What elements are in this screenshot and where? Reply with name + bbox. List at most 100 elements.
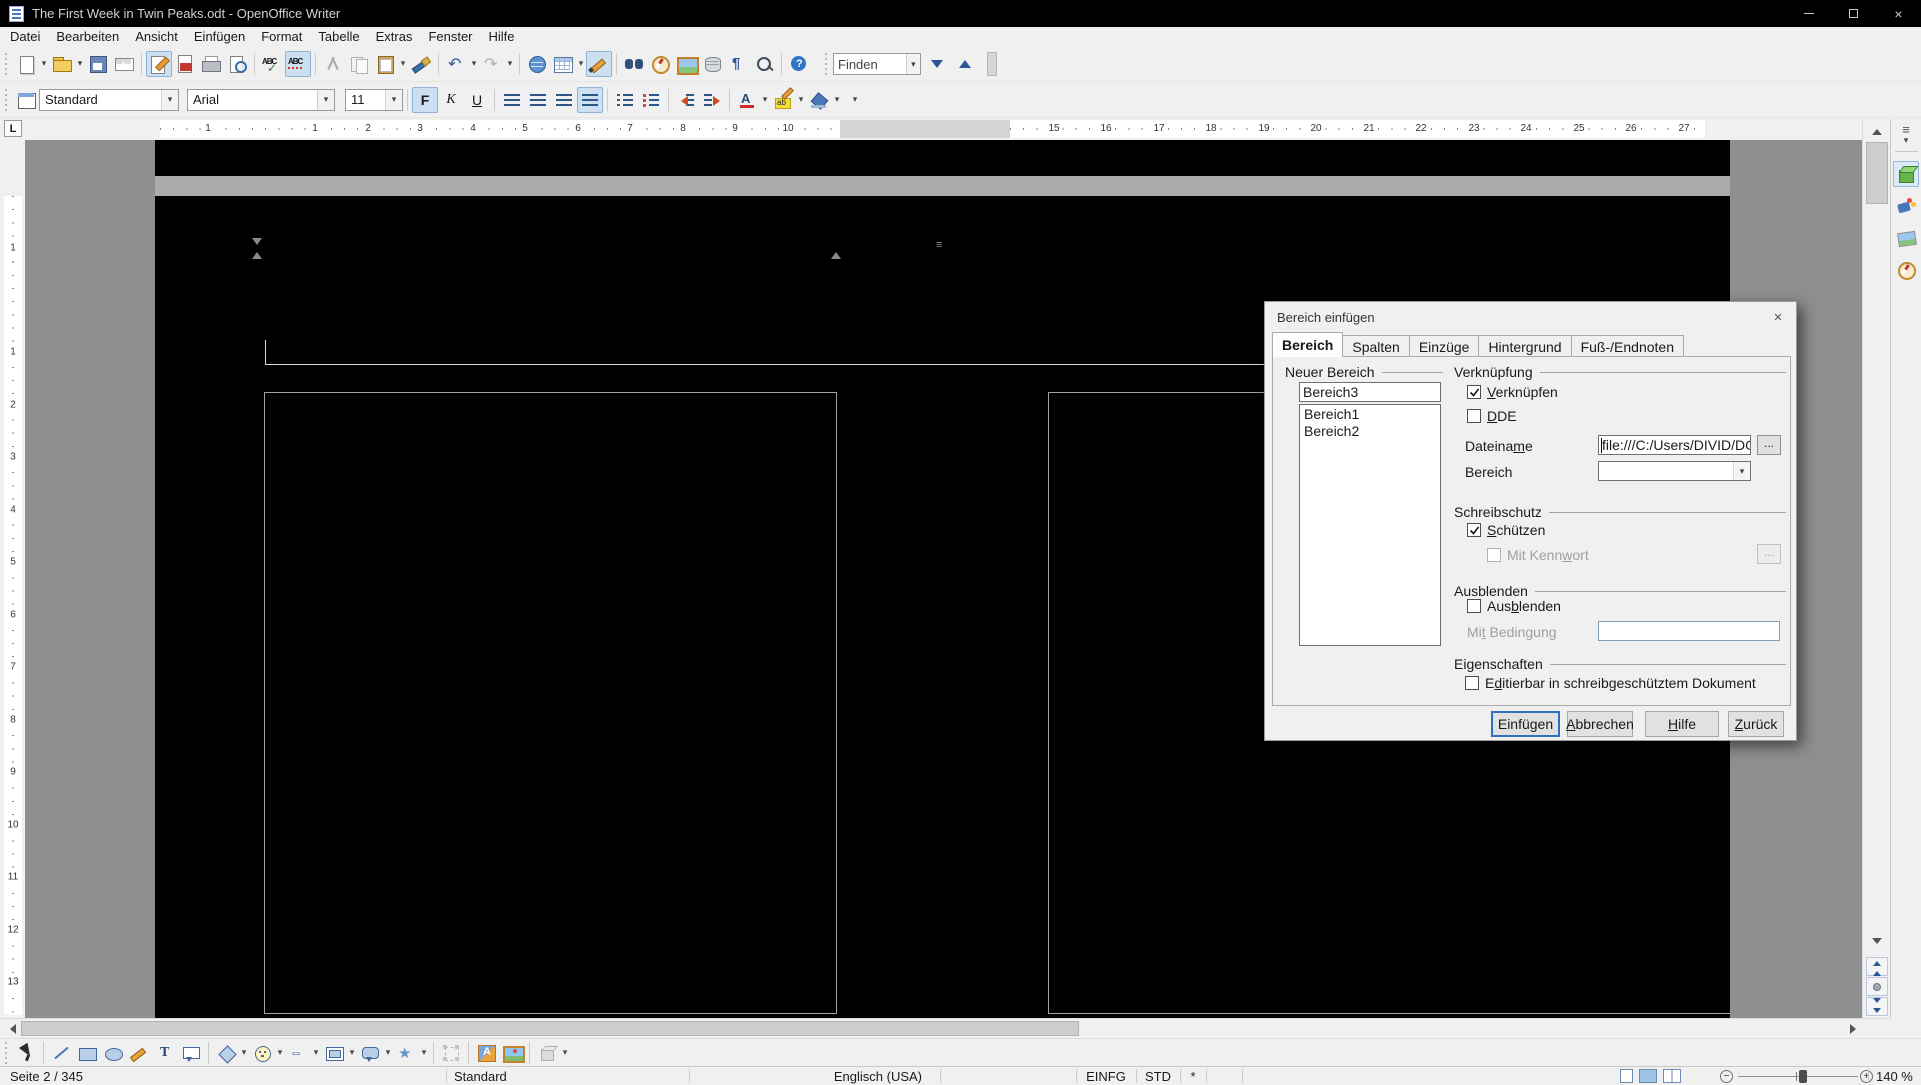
checkbox-unchecked[interactable]	[1465, 676, 1479, 690]
tab-hintergrund[interactable]: Hintergrund	[1478, 335, 1571, 357]
background-color-button[interactable]	[806, 87, 832, 113]
increase-indent-button[interactable]	[699, 87, 725, 113]
minimize-button[interactable]	[1786, 0, 1831, 27]
back-button[interactable]: Zurück	[1728, 711, 1784, 737]
next-page-button[interactable]	[1866, 997, 1888, 1016]
scroll-up-button[interactable]	[1863, 119, 1891, 139]
cancel-button[interactable]: Abbrechen	[1567, 711, 1633, 737]
page-1-bottom[interactable]	[155, 140, 1730, 176]
align-left-button[interactable]	[499, 87, 525, 113]
symbol-shapes-button[interactable]	[249, 1040, 275, 1066]
multi-page-view-icon[interactable]	[1639, 1069, 1657, 1083]
filename-input[interactable]: file:///C:/Users/DIVID/DOWN	[1598, 435, 1751, 455]
sidebar-tab-navigator[interactable]	[1893, 257, 1919, 283]
sidebar-menu-button[interactable]: ≡▾	[1901, 125, 1911, 145]
toolbar-grip[interactable]	[3, 53, 10, 75]
font-name-dropdown[interactable]: ▾	[317, 90, 334, 110]
menu-format[interactable]: Format	[253, 27, 310, 46]
zoom-button[interactable]	[751, 51, 777, 77]
scroll-right-button[interactable]	[1845, 1019, 1865, 1039]
rectangle-tool-button[interactable]	[74, 1040, 100, 1066]
navigator-button[interactable]	[647, 51, 673, 77]
decrease-indent-button[interactable]	[673, 87, 699, 113]
italic-button[interactable]: K	[438, 87, 464, 113]
align-right-button[interactable]	[551, 87, 577, 113]
hide-checkbox-row[interactable]: Ausblenden	[1467, 598, 1561, 614]
symbol-shapes-dropdown[interactable]: ▾	[275, 1047, 285, 1058]
text-box-button[interactable]: T	[152, 1040, 178, 1066]
scroll-left-button[interactable]	[0, 1019, 20, 1039]
menu-extras[interactable]: Extras	[368, 27, 421, 46]
single-page-view-icon[interactable]	[1620, 1069, 1633, 1083]
toolbar-grip[interactable]	[3, 1042, 10, 1064]
condition-input[interactable]	[1598, 621, 1780, 641]
maximize-button[interactable]	[1831, 0, 1876, 27]
scroll-down-button[interactable]	[1863, 933, 1891, 953]
dialog-close-button[interactable]: ×	[1768, 308, 1788, 326]
font-color-button[interactable]: A	[734, 87, 760, 113]
find-input[interactable]	[834, 57, 906, 72]
tab-bereich[interactable]: Bereich	[1272, 332, 1343, 357]
table-button[interactable]	[550, 51, 576, 77]
font-name-combo[interactable]: Arial ▾	[187, 89, 335, 111]
data-sources-button[interactable]	[699, 51, 725, 77]
select-button[interactable]	[13, 1040, 39, 1066]
block-arrows-dropdown[interactable]: ▾	[311, 1047, 321, 1058]
open-dropdown[interactable]: ▾	[75, 58, 85, 69]
find-combo-dropdown[interactable]: ▾	[906, 54, 920, 74]
tab-fussendnoten[interactable]: Fuß-/Endnoten	[1571, 335, 1684, 357]
zoom-level-status[interactable]: 140 %	[1876, 1067, 1913, 1085]
background-color-dropdown[interactable]: ▾	[832, 94, 842, 105]
checkbox-checked[interactable]	[1467, 523, 1481, 537]
callouts-dropdown[interactable]: ▾	[383, 1047, 393, 1058]
email-button[interactable]	[111, 51, 137, 77]
spellcheck-button[interactable]: ABC✓	[259, 51, 285, 77]
find-previous-button[interactable]	[953, 52, 977, 76]
insert-button[interactable]: Einfügen	[1491, 711, 1560, 737]
menu-datei[interactable]: Datei	[2, 27, 48, 46]
zoom-in-button[interactable]: +	[1860, 1070, 1873, 1083]
page-number-status[interactable]: Seite 2 / 345	[10, 1067, 83, 1085]
list-item[interactable]: Bereich1	[1300, 406, 1440, 423]
cut-button[interactable]	[320, 51, 346, 77]
menu-einfuegen[interactable]: Einfügen	[186, 27, 253, 46]
tab-stop-selector[interactable]: L	[4, 120, 22, 137]
ellipse-tool-button[interactable]	[100, 1040, 126, 1066]
drawing-overflow-button[interactable]: ▾	[560, 1047, 570, 1058]
save-button[interactable]	[85, 51, 111, 77]
block-arrows-button[interactable]: ⇔	[285, 1040, 311, 1066]
sidebar-tab-properties[interactable]	[1893, 161, 1919, 187]
callout-tool-button[interactable]	[178, 1040, 204, 1066]
page-preview-button[interactable]	[224, 51, 250, 77]
highlighting-dropdown[interactable]: ▾	[796, 94, 806, 105]
toolbar-grip[interactable]	[823, 53, 830, 75]
dde-checkbox-row[interactable]: DDE	[1467, 408, 1517, 424]
redo-dropdown[interactable]: ▾	[505, 58, 515, 69]
edit-file-button[interactable]	[146, 51, 172, 77]
flowchart-button[interactable]	[321, 1040, 347, 1066]
tab-einzuege[interactable]: Einzüge	[1409, 335, 1480, 357]
browse-file-button[interactable]: ...	[1757, 435, 1781, 455]
zoom-out-button[interactable]: −	[1720, 1070, 1733, 1083]
freeform-tool-button[interactable]	[126, 1040, 152, 1066]
justify-button[interactable]	[577, 87, 603, 113]
paste-button[interactable]	[372, 51, 398, 77]
line-tool-button[interactable]	[48, 1040, 74, 1066]
page-style-status[interactable]: Standard	[454, 1067, 507, 1085]
stars-dropdown[interactable]: ▾	[419, 1047, 429, 1058]
link-checkbox-row[interactable]: Verknüpfen	[1467, 384, 1558, 400]
redo-button[interactable]: ↷	[479, 51, 505, 77]
insert-picture-button[interactable]	[499, 1040, 525, 1066]
font-size-combo[interactable]: 11 ▾	[345, 89, 403, 111]
edit-points-button[interactable]	[438, 1040, 464, 1066]
dialog-title-bar[interactable]: Bereich einfügen	[1265, 302, 1796, 332]
format-paintbrush-button[interactable]	[408, 51, 434, 77]
section-list[interactable]: Bereich1 Bereich2	[1299, 404, 1441, 646]
column-gap-handle-icon[interactable]: ≡	[936, 239, 942, 251]
language-status[interactable]: Englisch (USA)	[689, 1067, 940, 1085]
fontwork-button[interactable]: A	[473, 1040, 499, 1066]
close-button[interactable]: ×	[1876, 0, 1921, 27]
menu-fenster[interactable]: Fenster	[420, 27, 480, 46]
sidebar-tab-styles[interactable]	[1893, 193, 1919, 219]
open-button[interactable]	[49, 51, 75, 77]
